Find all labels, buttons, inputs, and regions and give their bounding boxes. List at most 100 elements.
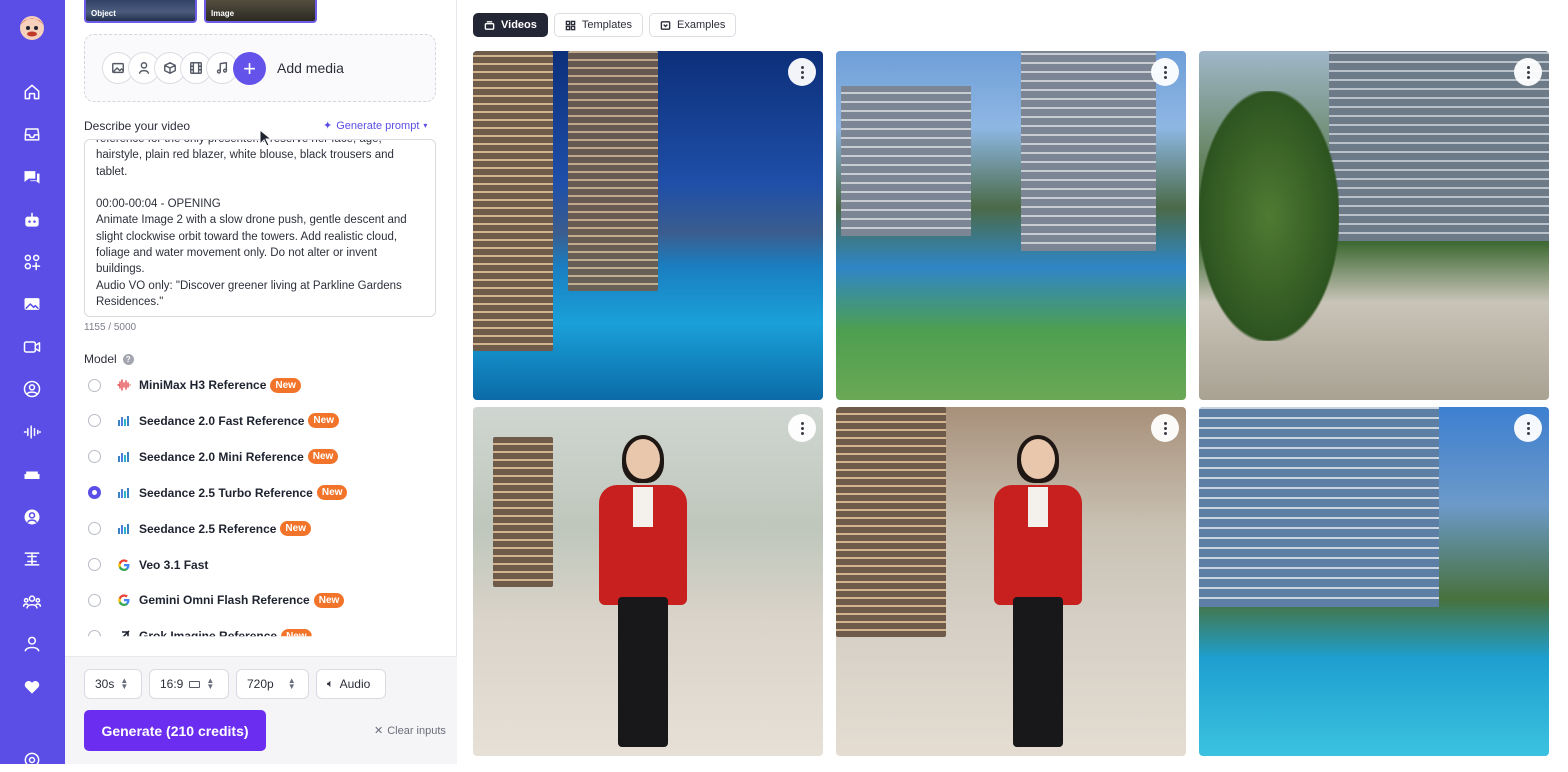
video-card[interactable] xyxy=(1199,51,1549,400)
clear-inputs-button[interactable]: ✕ Clear inputs xyxy=(374,724,446,738)
prompt-textarea[interactable]: reference for the only presenter. Preser… xyxy=(84,139,436,317)
describe-video-label: Describe your video xyxy=(84,119,191,133)
duration-value: 30s xyxy=(95,677,115,691)
videos-icon xyxy=(484,20,495,30)
upload-label: Object xyxy=(91,9,116,18)
transform-icon[interactable] xyxy=(20,547,44,571)
model-option[interactable]: Seedance 2.5 Turbo Reference New xyxy=(88,483,348,503)
more-options-button[interactable] xyxy=(1151,58,1179,86)
person-icon[interactable] xyxy=(20,632,44,656)
radio-button[interactable] xyxy=(88,558,101,571)
radio-button[interactable] xyxy=(88,593,101,607)
view-tabs: Videos Templates Examples xyxy=(473,13,737,37)
model-tower-illustration xyxy=(836,407,946,637)
mouse-cursor-icon xyxy=(259,129,271,147)
image-gallery-icon[interactable] xyxy=(20,292,44,316)
app-logo[interactable] xyxy=(15,12,49,42)
model-label: Model xyxy=(84,352,117,366)
account-icon[interactable] xyxy=(20,505,44,529)
sparkle-icon: ✦ xyxy=(323,120,333,132)
model-option[interactable]: Seedance 2.0 Mini Reference New xyxy=(88,447,339,467)
templates-icon xyxy=(565,20,576,30)
user-circle-icon[interactable] xyxy=(20,377,44,401)
model-option[interactable]: Seedance 2.5 Reference New xyxy=(88,519,311,539)
new-badge: New xyxy=(270,377,301,393)
tab-label: Examples xyxy=(677,19,726,31)
model-name: Seedance 2.5 Reference xyxy=(139,521,277,536)
minimax-logo-icon xyxy=(117,378,131,392)
video-card[interactable] xyxy=(836,51,1186,400)
more-options-button[interactable] xyxy=(1151,414,1179,442)
help-icon[interactable]: ? xyxy=(122,353,134,365)
landscape-icon xyxy=(189,680,201,688)
tab-templates[interactable]: Templates xyxy=(553,13,644,37)
more-options-button[interactable] xyxy=(1514,58,1542,86)
tower-illustration xyxy=(568,51,658,291)
settings-icon[interactable] xyxy=(20,748,44,772)
tab-label: Templates xyxy=(581,19,633,31)
apps-icon[interactable] xyxy=(20,250,44,274)
model-tower-illustration xyxy=(493,437,553,587)
model-name: Veo 3.1 Fast xyxy=(139,557,209,572)
audio-toggle[interactable]: 🔈︎ Audio xyxy=(316,669,386,699)
chevron-updown-icon: ▲ ▼ xyxy=(206,676,215,691)
more-options-button[interactable] xyxy=(1514,414,1542,442)
model-name: Seedance 2.0 Fast Reference xyxy=(139,413,305,428)
more-options-button[interactable] xyxy=(788,414,816,442)
home-icon[interactable] xyxy=(20,80,44,104)
seedance-logo-icon xyxy=(117,450,131,464)
aspect-ratio-select[interactable]: 16:9 ▲ ▼ xyxy=(149,669,229,699)
duration-select[interactable]: 30s ▲ ▼ xyxy=(84,669,142,699)
video-card[interactable] xyxy=(1199,407,1549,756)
app-sidebar xyxy=(0,0,65,768)
add-media-button[interactable]: + xyxy=(233,52,266,85)
generate-button-label: Generate (210 credits) xyxy=(101,722,249,739)
radio-button[interactable] xyxy=(88,450,101,464)
audio-wave-icon[interactable] xyxy=(20,420,44,444)
radio-button[interactable] xyxy=(88,486,101,500)
team-icon[interactable] xyxy=(20,590,44,614)
model-option[interactable]: Seedance 2.0 Fast Reference New xyxy=(88,411,339,431)
examples-icon xyxy=(660,20,671,30)
inbox-icon[interactable] xyxy=(20,122,44,146)
resolution-select[interactable]: 720p ▲ ▼ xyxy=(236,669,309,699)
model-option[interactable]: MiniMax H3 Reference New xyxy=(88,375,301,395)
radio-button[interactable] xyxy=(88,414,101,428)
chat-icon[interactable] xyxy=(20,165,44,189)
model-section-label: Model ? xyxy=(84,352,134,366)
video-card[interactable] xyxy=(473,407,823,756)
model-name: MiniMax H3 Reference xyxy=(139,378,267,392)
tower-illustration xyxy=(1021,51,1156,251)
generate-prompt-button[interactable]: ✦ Generate prompt ▾ xyxy=(323,119,428,133)
grok-logo-icon xyxy=(117,629,131,637)
generate-button[interactable]: Generate (210 credits) xyxy=(84,710,266,751)
model-option[interactable]: Grok Imagine Reference New xyxy=(88,626,312,637)
seedance-logo-icon xyxy=(117,522,131,536)
prompt-text[interactable]: reference for the only presenter. Preser… xyxy=(96,140,419,310)
aspect-ratio-value: 16:9 xyxy=(160,677,184,691)
radio-button[interactable] xyxy=(88,522,101,536)
model-option[interactable]: Veo 3.1 Fast xyxy=(88,555,208,575)
radio-button[interactable] xyxy=(88,378,101,392)
upload-thumbnail-object[interactable]: Object xyxy=(84,0,197,23)
upload-label: Image xyxy=(211,9,235,18)
robot-icon[interactable] xyxy=(20,208,44,232)
couch-icon[interactable] xyxy=(20,462,44,486)
video-card[interactable] xyxy=(836,407,1186,756)
tab-videos[interactable]: Videos xyxy=(473,13,548,37)
tab-examples[interactable]: Examples xyxy=(649,13,737,37)
model-name: Seedance 2.0 Mini Reference xyxy=(139,449,304,464)
radio-button[interactable] xyxy=(88,629,101,637)
upload-thumbnail-image[interactable]: Image xyxy=(204,0,317,23)
heart-icon[interactable] xyxy=(20,675,44,699)
tower-illustration xyxy=(841,86,971,236)
clear-inputs-label: Clear inputs xyxy=(387,724,446,737)
more-options-button[interactable] xyxy=(788,58,816,86)
add-media-dropzone[interactable]: + Add media xyxy=(84,34,436,102)
tower-illustration xyxy=(473,51,553,351)
chevron-down-icon: ▾ xyxy=(423,121,428,130)
chevron-updown-icon: ▲ ▼ xyxy=(120,676,129,691)
video-camera-icon[interactable] xyxy=(20,335,44,359)
video-card[interactable] xyxy=(473,51,823,400)
model-option[interactable]: Gemini Omni Flash Reference New xyxy=(88,590,345,610)
